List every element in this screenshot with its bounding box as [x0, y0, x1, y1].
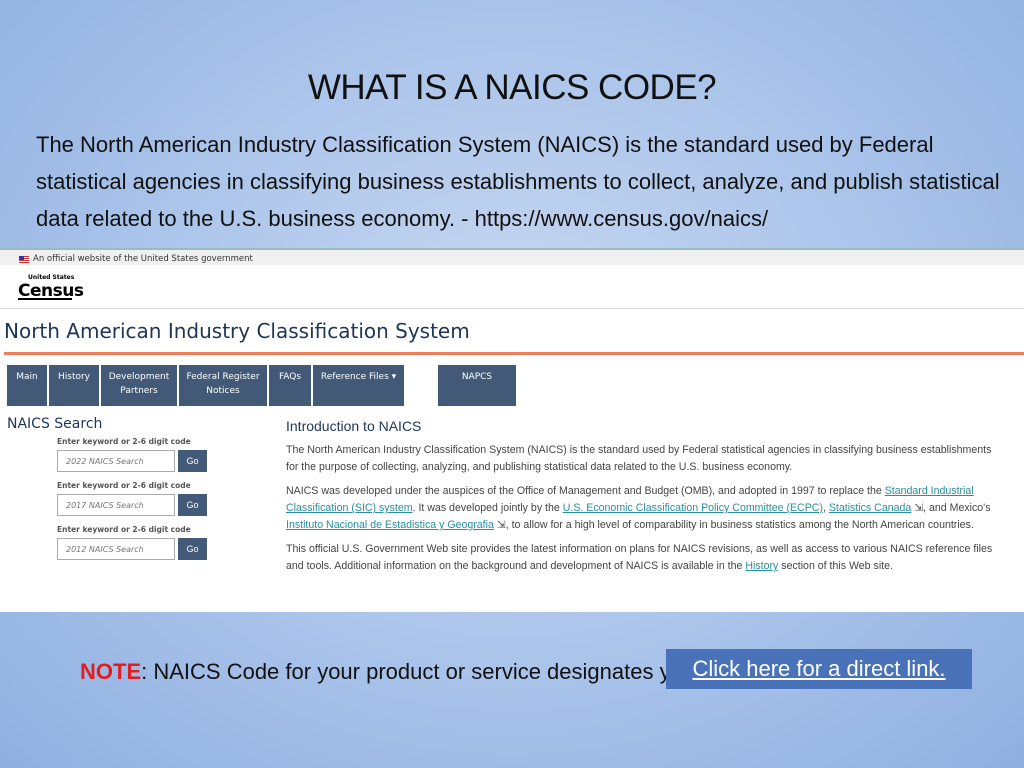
us-flag-icon — [19, 255, 29, 263]
inegi-link[interactable]: Instituto Nacional de Estadistica y Geog… — [286, 519, 494, 531]
intro-paragraph: NAICS was developed under the auspices o… — [286, 483, 1006, 534]
naics-search: NAICS Search Enter keyword or 2-6 digit … — [7, 416, 207, 569]
gov-banner-text: An official website of the United States… — [33, 254, 253, 264]
census-logo[interactable]: United States Census — [0, 265, 1024, 309]
intro-paragraph: The North American Industry Classificati… — [286, 444, 992, 473]
go-button[interactable]: Go — [178, 538, 207, 560]
logo-main: Census — [18, 281, 84, 301]
slide-title: WHAT IS A NAICS CODE? — [307, 68, 717, 107]
search-title: NAICS Search — [7, 416, 103, 432]
gov-banner: An official website of the United States… — [0, 248, 1024, 265]
text: NAICS was developed under the auspices o… — [286, 485, 885, 497]
nav-development-partners[interactable]: Development Partners — [101, 365, 177, 406]
direct-link-button[interactable]: Click here for a direct link. — [666, 649, 972, 689]
ecpc-link[interactable]: U.S. Economic Classification Policy Comm… — [563, 502, 823, 514]
text: section of this Web site. — [778, 560, 893, 572]
text: ⇲, and Mexico's — [911, 502, 991, 514]
nav-reference-files[interactable]: Reference Files ▾ — [313, 365, 404, 406]
site-heading: North American Industry Classification S… — [4, 319, 470, 343]
nav-history[interactable]: History — [49, 365, 99, 406]
logo-top: United States — [28, 274, 75, 281]
search-2017-input[interactable] — [57, 494, 175, 516]
intro-title: Introduction to NAICS — [286, 418, 422, 434]
nav-faqs[interactable]: FAQs — [269, 365, 311, 406]
slide-intro: The North American Industry Classificati… — [36, 132, 1000, 231]
statistics-canada-link[interactable]: Statistics Canada — [829, 502, 911, 514]
search-2012-input[interactable] — [57, 538, 175, 560]
nav-main[interactable]: Main — [7, 365, 47, 406]
history-link[interactable]: History — [745, 560, 778, 572]
text: ⇲, to allow for a high level of comparab… — [493, 519, 974, 531]
intro-section: Introduction to NAICS The North American… — [286, 418, 1006, 582]
nav-napcs[interactable]: NAPCS — [438, 365, 516, 406]
website-screenshot: An official website of the United States… — [0, 248, 1024, 612]
search-2022-input[interactable] — [57, 450, 175, 472]
go-button[interactable]: Go — [178, 494, 207, 516]
note-label: NOTE — [80, 659, 142, 684]
search-label: Enter keyword or 2-6 digit code — [57, 481, 191, 490]
go-button[interactable]: Go — [178, 450, 207, 472]
nav-federal-register-notices[interactable]: Federal Register Notices — [179, 365, 267, 406]
search-label: Enter keyword or 2-6 digit code — [57, 437, 191, 446]
search-label: Enter keyword or 2-6 digit code — [57, 525, 191, 534]
text: . It was developed jointly by the — [412, 502, 563, 514]
intro-paragraph: This official U.S. Government Web site p… — [286, 541, 1006, 575]
main-nav: Main History Development Partners Federa… — [0, 355, 1024, 411]
